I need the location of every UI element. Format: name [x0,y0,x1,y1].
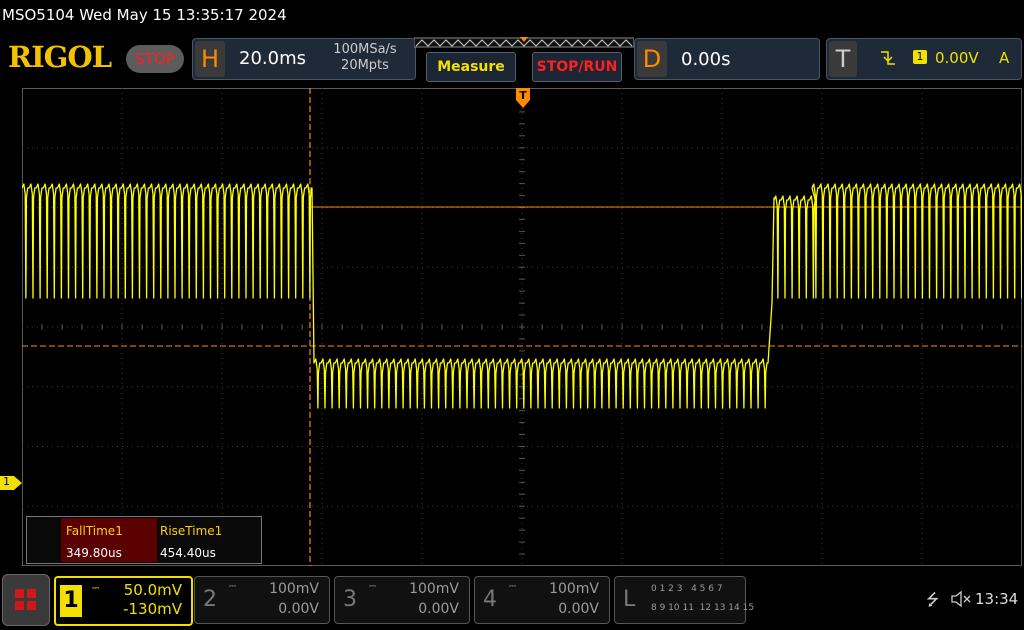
memory-depth: 20Mpts [341,58,389,73]
sample-rate: 100MSa/s [333,42,397,57]
logic-letter: L [623,587,636,612]
trigger-level: 0.00V [935,49,979,67]
delay-value: 0.00s [681,49,731,70]
dc-coupling-icon: ⎓ [92,584,100,594]
start-menu-button[interactable] [2,574,50,626]
rigol-logo: RIGOL [8,40,112,74]
waveform-display[interactable] [22,88,1022,566]
waveform-canvas [22,88,1022,566]
fall-time-label: FallTime1 [66,524,123,538]
usb-icon: ⭍ [926,590,940,609]
channel-3-tab[interactable]: 3 ⎓ 100mV 0.00V [334,576,470,624]
channel-3-number: 3 [343,587,357,612]
measurement-panel[interactable]: FallTime1 349.80us RiseTime1 454.40us [26,516,262,564]
channel-1-number: 1 [60,585,82,617]
fall-time-value: 349.80us [66,546,122,560]
trigger-marker-label: T [519,89,527,102]
channel-2-scale: 100mV [269,581,319,597]
status-clock: 13:34 [975,590,1019,608]
trigger-letter: T [829,41,857,77]
channel-3-offset: 0.00V [418,601,459,617]
stop-run-button[interactable]: STOP/RUN [532,52,622,82]
channel-4-tab[interactable]: 4 ⎓ 100mV 0.00V [474,576,610,624]
run-status-button[interactable]: STOP [126,45,184,73]
horizontal-panel[interactable]: H 20.0ms 100MSa/s 20Mpts [192,38,416,80]
rise-time-label: RiseTime1 [160,524,223,538]
channel-2-tab[interactable]: 2 ⎓ 100mV 0.00V [194,576,330,624]
delay-letter: D [637,41,667,77]
rise-time-value: 454.40us [160,546,216,560]
trigger-panel[interactable]: T 1 0.00V A [826,38,1022,80]
timebase-value: 20.0ms [239,48,306,69]
logic-analyzer-tab[interactable]: L 0 1 2 3 4 5 6 7 8 9 10 11 12 13 14 15 [614,576,754,624]
memory-position-strip [414,37,634,48]
menu-grid-icon [15,589,36,610]
ch1-ground-marker[interactable]: 1 [0,475,22,490]
trigger-position-marker[interactable]: T [516,88,530,110]
trigger-mode: A [999,49,1010,67]
speaker-mute-icon[interactable] [950,590,972,608]
trigger-channel-badge: 1 [913,50,927,64]
channel-3-scale: 100mV [409,581,459,597]
channel-1-offset: -130mV [123,600,182,618]
channel-4-number: 4 [483,587,497,612]
logic-channels-row1: 0 1 2 3 4 5 6 7 [651,584,723,594]
title-bar: MSO5104 Wed May 15 13:35:17 2024 [0,0,1024,34]
logic-channels-row2: 8 9 10 11 12 13 14 15 [651,603,755,613]
delay-panel[interactable]: D 0.00s [634,38,820,80]
horizontal-letter: H [195,41,225,77]
title-text: MSO5104 Wed May 15 13:35:17 2024 [2,6,287,24]
ground-marker-label: 1 [3,475,10,488]
channel-4-scale: 100mV [549,581,599,597]
channel-1-tab[interactable]: 1 ⎓ 50.0mV -130mV [54,576,193,626]
channel-2-number: 2 [203,587,217,612]
channel-4-offset: 0.00V [558,601,599,617]
channel-2-offset: 0.00V [278,601,319,617]
falling-edge-icon [881,51,895,65]
channel-1-scale: 50.0mV [123,581,182,599]
measure-button[interactable]: Measure [426,52,516,82]
